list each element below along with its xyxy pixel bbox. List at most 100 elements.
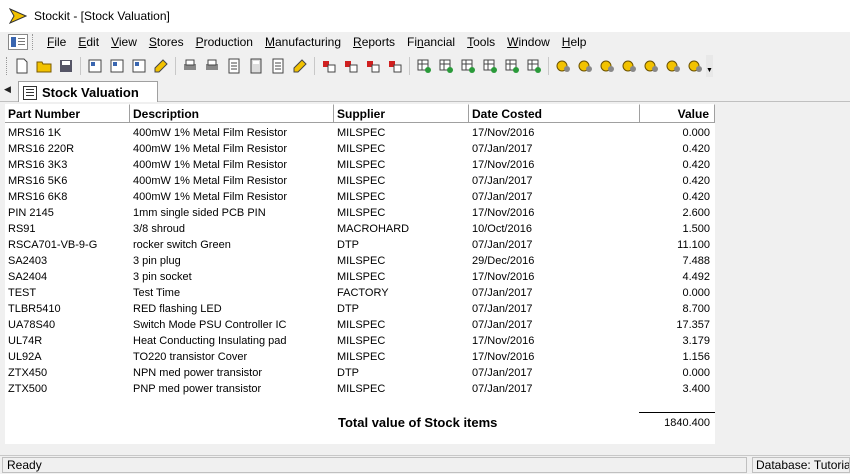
menu-label-post: iew — [118, 35, 137, 49]
tab-stock-valuation[interactable]: Stock Valuation — [18, 81, 158, 103]
cell-supplier: MILSPEC — [337, 351, 386, 363]
menu-label-post: eports — [361, 35, 396, 49]
column-header-description[interactable]: Description — [130, 104, 334, 123]
parts-move-button[interactable] — [384, 55, 406, 77]
grid-add-button[interactable] — [413, 55, 435, 77]
menu-accelerator: n — [417, 35, 424, 49]
store-transfer-button[interactable] — [84, 55, 106, 77]
menu-item-financial[interactable]: Financial — [401, 32, 461, 52]
parts-remove-icon — [365, 58, 381, 74]
build-run-button[interactable] — [662, 55, 684, 77]
tab-scroll-left-icon[interactable]: ◀ — [4, 84, 11, 95]
print-button[interactable] — [179, 55, 201, 77]
print-preview-button[interactable] — [201, 55, 223, 77]
build-button[interactable] — [552, 55, 574, 77]
build-3-button[interactable] — [618, 55, 640, 77]
grid-move-button[interactable] — [457, 55, 479, 77]
grid-link-button[interactable] — [479, 55, 501, 77]
document-window-icon[interactable] — [8, 34, 28, 50]
build-4-button[interactable] — [640, 55, 662, 77]
menu-item-stores[interactable]: Stores — [143, 32, 190, 52]
cell-value: 0.420 — [682, 191, 710, 203]
table-row[interactable]: UL74R Heat Conducting Insulating pad MILSP… — [5, 333, 715, 349]
build-gray-button[interactable] — [574, 55, 596, 77]
toolbar-overflow-button[interactable]: ▼ — [706, 55, 713, 77]
table-row[interactable]: MRS16 220R 400mW 1% Metal Film Resistor MI… — [5, 141, 715, 157]
menu-item-edit[interactable]: Edit — [72, 32, 105, 52]
cell-value: 0.420 — [682, 175, 710, 187]
column-header-part-number[interactable]: Part Number — [5, 104, 130, 123]
new-button[interactable] — [11, 55, 33, 77]
worksheet-button[interactable] — [267, 55, 289, 77]
cell-description: rocker switch Green — [133, 239, 231, 251]
main-toolbar: ▼ — [0, 53, 713, 79]
build-stop-button[interactable] — [684, 55, 706, 77]
table-row[interactable]: UL92A TO220 transistor Cover MILSPEC 17/Nov… — [5, 349, 715, 365]
calculator-icon — [248, 58, 264, 74]
menu-item-tools[interactable]: Tools — [461, 32, 501, 52]
table-row[interactable]: ZTX450 NPN med power transistor DTP 07/Jan/… — [5, 365, 715, 381]
table-row[interactable]: SA2403 3 pin plug MILSPEC 29/Dec/2016 7.488 — [5, 253, 715, 269]
cell-supplier: MILSPEC — [337, 207, 386, 219]
table-row[interactable]: TLBR5410 RED flashing LED DTP 07/Jan/2017 8.… — [5, 301, 715, 317]
parts-add-button[interactable] — [340, 55, 362, 77]
tag-button[interactable] — [150, 55, 172, 77]
cell-description: Switch Mode PSU Controller IC — [133, 319, 287, 331]
cell-part-number: TEST — [8, 287, 37, 299]
table-row[interactable]: RS91 3/8 shroud MACROHARD 10/Oct/2016 1.500 — [5, 221, 715, 237]
worksheet-icon — [270, 58, 286, 74]
menu-item-window[interactable]: Window — [501, 32, 556, 52]
title-bar: Stockit - [Stock Valuation] — [0, 0, 850, 32]
parts-remove-button[interactable] — [362, 55, 384, 77]
build-icon — [555, 58, 571, 74]
cell-date-costed: 17/Nov/2016 — [472, 271, 535, 283]
toolbar-grip[interactable] — [6, 57, 7, 75]
cell-description: 400mW 1% Metal Film Resistor — [133, 191, 288, 203]
table-row[interactable]: MRS16 1K 400mW 1% Metal Film Resistor MILS… — [5, 125, 715, 141]
report-button[interactable] — [223, 55, 245, 77]
table-row[interactable]: RSCA701-VB-9-G rocker switch Green DTP 07/J… — [5, 237, 715, 253]
cell-value: 7.488 — [682, 255, 710, 267]
stock-items-button[interactable] — [106, 55, 128, 77]
table-row[interactable]: MRS16 5K6 400mW 1% Metal Film Resistor MIL… — [5, 173, 715, 189]
grid-stock-button[interactable] — [523, 55, 545, 77]
edit-button[interactable] — [289, 55, 311, 77]
menu-label-post: ancial — [423, 35, 456, 49]
menu-grip[interactable] — [32, 34, 35, 50]
table-row[interactable]: SA2404 3 pin socket MILSPEC 17/Nov/2016 4.49… — [5, 269, 715, 285]
menu-item-production[interactable]: Production — [190, 32, 259, 52]
column-header-supplier[interactable]: Supplier — [334, 104, 469, 123]
build-2-button[interactable] — [596, 55, 618, 77]
table-row[interactable]: MRS16 6K8 400mW 1% Metal Film Resistor MIL… — [5, 189, 715, 205]
cell-value: 17.357 — [676, 319, 710, 331]
menu-item-reports[interactable]: Reports — [347, 32, 401, 52]
menu-accelerator: R — [353, 35, 362, 49]
grid-gray-button[interactable] — [435, 55, 457, 77]
open-folder-button[interactable] — [33, 55, 55, 77]
menu-item-help[interactable]: Help — [556, 32, 593, 52]
toolbar-buttons — [11, 55, 706, 77]
stock-list-button[interactable] — [128, 55, 150, 77]
menu-item-view[interactable]: View — [105, 32, 143, 52]
menu-item-manufacturing[interactable]: Manufacturing — [259, 32, 347, 52]
cell-date-costed: 17/Nov/2016 — [472, 159, 535, 171]
cell-value: 0.000 — [682, 127, 710, 139]
grid-link-icon — [482, 58, 498, 74]
table-row[interactable]: TEST Test Time FACTORY 07/Jan/2017 0.000 — [5, 285, 715, 301]
database-status: Database: Tutorial — [752, 457, 850, 473]
calculator-button[interactable] — [245, 55, 267, 77]
menu-item-file[interactable]: File — [41, 32, 72, 52]
column-header-date-costed[interactable]: Date Costed — [469, 104, 640, 123]
column-header-value[interactable]: Value — [640, 104, 715, 123]
cell-value: 8.700 — [682, 303, 710, 315]
save-button[interactable] — [55, 55, 77, 77]
grid-swap-button[interactable] — [501, 55, 523, 77]
parts-red-button[interactable] — [318, 55, 340, 77]
cell-part-number: UA78S40 — [8, 319, 56, 331]
window-title: Stockit - [Stock Valuation] — [34, 9, 170, 23]
table-row[interactable]: ZTX500 PNP med power transistor MILSPEC 07/… — [5, 381, 715, 397]
cell-date-costed: 07/Jan/2017 — [472, 287, 533, 299]
table-row[interactable]: PIN 2145 1mm single sided PCB PIN MILSPEC 1… — [5, 205, 715, 221]
table-row[interactable]: UA78S40 Switch Mode PSU Controller IC MILS… — [5, 317, 715, 333]
table-row[interactable]: MRS16 3K3 400mW 1% Metal Film Resistor MIL… — [5, 157, 715, 173]
